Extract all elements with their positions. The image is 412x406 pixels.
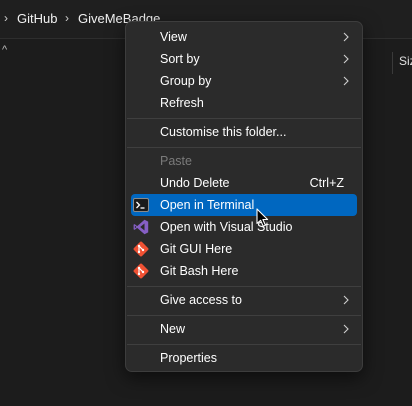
- menu-item-label: New: [160, 322, 186, 336]
- menu-item-label: Open in Terminal: [160, 198, 255, 212]
- terminal-icon: [133, 198, 149, 212]
- menu-item-new[interactable]: New: [131, 318, 357, 340]
- menu-item-paste: Paste: [131, 150, 357, 172]
- menu-item-open-in-terminal[interactable]: Open in Terminal: [131, 194, 357, 216]
- breadcrumb-github[interactable]: GitHub: [17, 11, 57, 26]
- menu-item-open-with-visual-studio[interactable]: Open with Visual Studio: [131, 216, 357, 238]
- chevron-right-icon: [343, 32, 349, 42]
- menu-separator: [127, 286, 361, 287]
- menu-item-refresh[interactable]: Refresh: [131, 92, 357, 114]
- git-icon: [133, 241, 149, 257]
- file-explorer-window: › GitHub › GiveMeBadge ^ Siz View Sort b…: [0, 0, 412, 406]
- menu-item-label: View: [160, 30, 187, 44]
- menu-separator: [127, 315, 361, 316]
- menu-item-sort-by[interactable]: Sort by: [131, 48, 357, 70]
- menu-item-git-gui-here[interactable]: Git GUI Here: [131, 238, 357, 260]
- menu-separator: [127, 147, 361, 148]
- menu-item-give-access-to[interactable]: Give access to: [131, 289, 357, 311]
- menu-separator: [127, 118, 361, 119]
- breadcrumb-separator[interactable]: ›: [65, 11, 69, 25]
- chevron-right-icon: [343, 324, 349, 334]
- menu-item-label: Open with Visual Studio: [160, 220, 293, 234]
- menu-item-group-by[interactable]: Group by: [131, 70, 357, 92]
- visual-studio-icon: [133, 219, 149, 235]
- column-divider[interactable]: [392, 52, 393, 74]
- menu-item-label: Give access to: [160, 293, 242, 307]
- menu-item-label: Paste: [160, 154, 192, 168]
- breadcrumb-separator[interactable]: ›: [4, 11, 8, 25]
- menu-item-label: Git GUI Here: [160, 242, 233, 256]
- chevron-right-icon: [343, 76, 349, 86]
- menu-item-git-bash-here[interactable]: Git Bash Here: [131, 260, 357, 282]
- chevron-right-icon: [343, 295, 349, 305]
- menu-item-properties[interactable]: Properties: [131, 347, 357, 369]
- column-header-size[interactable]: Siz: [399, 54, 412, 68]
- menu-item-label: Sort by: [160, 52, 200, 66]
- menu-item-shortcut: Ctrl+Z: [309, 176, 344, 190]
- menu-item-label: Customise this folder...: [160, 125, 287, 139]
- menu-item-undo-delete[interactable]: Undo Delete Ctrl+Z: [131, 172, 357, 194]
- menu-item-label: Group by: [160, 74, 212, 88]
- context-menu: View Sort by Group by Refresh Customise …: [125, 21, 363, 372]
- mouse-cursor-icon: [256, 208, 269, 227]
- menu-separator: [127, 344, 361, 345]
- menu-item-label: Properties: [160, 351, 217, 365]
- menu-item-label: Refresh: [160, 96, 204, 110]
- chevron-right-icon: [343, 54, 349, 64]
- menu-item-customise-folder[interactable]: Customise this folder...: [131, 121, 357, 143]
- git-icon: [133, 263, 149, 279]
- menu-item-label: Git Bash Here: [160, 264, 239, 278]
- sort-indicator-icon[interactable]: ^: [2, 44, 7, 56]
- menu-item-label: Undo Delete: [160, 176, 230, 190]
- menu-item-view[interactable]: View: [131, 26, 357, 48]
